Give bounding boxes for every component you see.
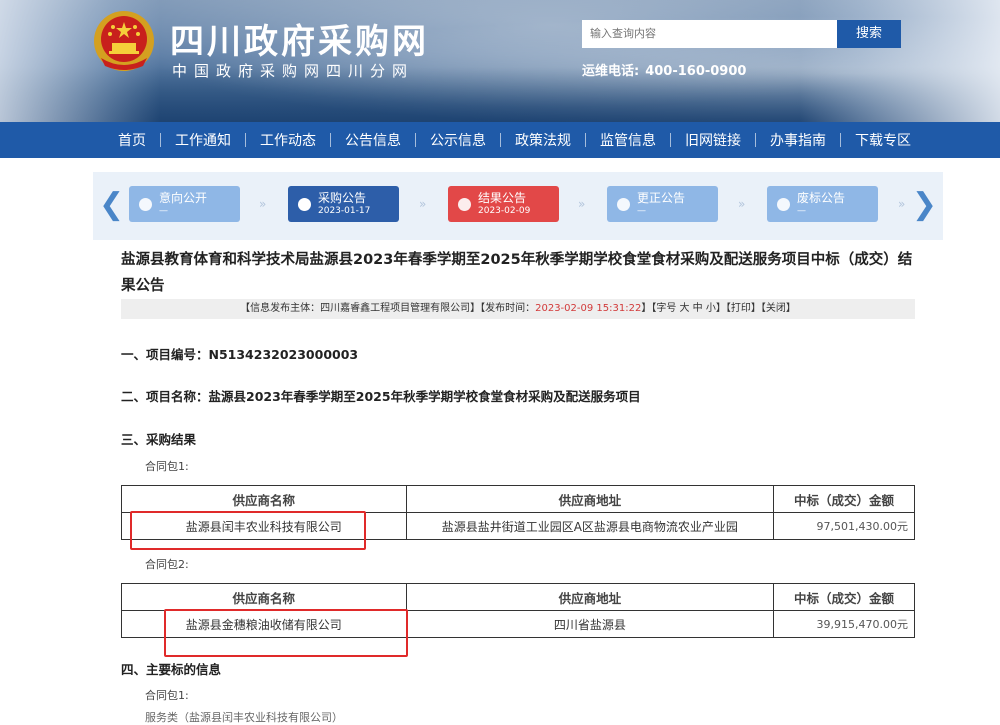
step-date: —: [797, 206, 806, 216]
package-1-label: 合同包1:: [145, 460, 189, 473]
chevron-right-icon: »: [578, 197, 586, 211]
nav-item-policies[interactable]: 政策法规: [515, 130, 571, 150]
service-type-line: 服务类（盐源县闰丰农业科技有限公司）: [145, 711, 343, 724]
main-target-heading: 四、主要标的信息: [121, 662, 222, 677]
nav-item-work-notice[interactable]: 工作通知: [175, 130, 231, 150]
site-subtitle: 中国政府采购网四川分网: [172, 62, 415, 80]
chevron-right-icon: »: [259, 197, 267, 211]
nav-divider: [245, 133, 246, 147]
step-label: 更正公告: [637, 191, 686, 205]
prev-arrow-icon[interactable]: ❮: [99, 188, 124, 222]
search-button[interactable]: 搜索: [837, 20, 901, 48]
hotline-number: 400-160-0900: [645, 64, 747, 79]
project-number: 一、项目编号：N5134232023000003: [121, 347, 359, 362]
hotline: 运维电话: 400-160-0900: [582, 60, 746, 79]
nav-item-guide[interactable]: 办事指南: [770, 130, 826, 150]
header-supplier-address: 供应商地址: [405, 583, 775, 611]
nav-divider: [755, 133, 756, 147]
hotline-label: 运维电话:: [582, 64, 640, 79]
step-label: 废标公告: [797, 191, 846, 205]
award-amount: 97,501,430.00元: [773, 512, 915, 540]
nav-item-announcements[interactable]: 公告信息: [345, 130, 401, 150]
highlight-box-supplier-2: [164, 609, 408, 657]
step-abandoned[interactable]: 废标公告 —: [767, 186, 878, 222]
supplier-address: 四川省盐源县: [405, 610, 775, 638]
nav-divider: [670, 133, 671, 147]
header-award-amount: 中标（成交）金额: [773, 485, 915, 513]
main-nav: 首页 工作通知 工作动态 公告信息 公示信息 政策法规 监管信息 旧网链接 办事…: [0, 122, 1000, 158]
step-intention[interactable]: 意向公开 —: [129, 186, 240, 222]
nav-divider: [840, 133, 841, 147]
step-status-icon: [458, 198, 471, 211]
info-publish-time: 2023-02-09 15:31:22: [535, 303, 642, 314]
site-banner: 四川政府采购网 中国政府采购网四川分网 搜索 运维电话: 400-160-0900: [0, 0, 1000, 122]
step-correction[interactable]: 更正公告 —: [607, 186, 718, 222]
project-name: 二、项目名称：盐源县2023年春季学期至2025年秋季学期学校食堂食材采购及配送…: [121, 389, 641, 404]
step-status-icon: [298, 198, 311, 211]
step-label: 意向公开: [159, 191, 208, 205]
supplier-address: 盐源县盐井街道工业园区A区盐源县电商物流农业产业园: [405, 512, 775, 540]
nav-divider: [415, 133, 416, 147]
next-arrow-icon[interactable]: ❯: [912, 188, 937, 222]
header-award-amount: 中标（成交）金额: [773, 583, 915, 611]
step-date: —: [637, 206, 646, 216]
step-label: 结果公告: [478, 191, 527, 205]
step-status-icon: [617, 198, 630, 211]
chevron-right-icon: »: [419, 197, 427, 211]
site-title: 四川政府采购网: [170, 22, 429, 62]
step-date: —: [159, 206, 168, 216]
info-publisher: 【信息发布主体：四川嘉睿鑫工程项目管理有限公司】【发布时间：: [240, 303, 536, 314]
process-strip: ❮ 意向公开 — » 采购公告 2023-01-17 » 结果公告 2023-0…: [93, 172, 943, 240]
banner-snow-trees-right: [800, 0, 1000, 122]
step-label: 采购公告: [318, 191, 367, 205]
header-supplier-name: 供应商名称: [121, 583, 407, 611]
step-result[interactable]: 结果公告 2023-02-09: [448, 186, 559, 222]
search-input[interactable]: [582, 20, 837, 48]
award-amount: 39,915,470.00元: [773, 610, 915, 638]
step-status-icon: [139, 198, 152, 211]
nav-divider: [160, 133, 161, 147]
nav-item-work-news[interactable]: 工作动态: [260, 130, 316, 150]
nav-item-downloads[interactable]: 下载专区: [855, 130, 911, 150]
info-tools[interactable]: 】【字号 大 中 小】【打印】【关闭】: [641, 303, 796, 314]
step-procurement[interactable]: 采购公告 2023-01-17: [288, 186, 399, 222]
package-info-label: 合同包1:: [145, 689, 189, 702]
national-emblem-icon: [94, 11, 154, 71]
chevron-right-icon: »: [738, 197, 746, 211]
step-date: 2023-01-17: [318, 206, 371, 216]
highlight-box-supplier-1: [130, 511, 366, 550]
nav-divider: [500, 133, 501, 147]
nav-item-home[interactable]: 首页: [118, 130, 146, 150]
procurement-result-heading: 三、采购结果: [121, 432, 197, 447]
step-date: 2023-02-09: [478, 206, 531, 216]
table-header-row: 供应商名称 供应商地址 中标（成交）金额: [121, 485, 915, 513]
step-status-icon: [777, 198, 790, 211]
nav-item-supervision[interactable]: 监管信息: [600, 130, 656, 150]
article-title: 盐源县教育体育和科学技术局盐源县2023年春季学期至2025年秋季学期学校食堂食…: [121, 252, 913, 294]
header-supplier-address: 供应商地址: [405, 485, 775, 513]
header-supplier-name: 供应商名称: [121, 485, 407, 513]
chevron-right-icon: »: [898, 197, 906, 211]
nav-item-publicity[interactable]: 公示信息: [430, 130, 486, 150]
nav-divider: [330, 133, 331, 147]
nav-divider: [585, 133, 586, 147]
table-header-row: 供应商名称 供应商地址 中标（成交）金额: [121, 583, 915, 611]
package-2-label: 合同包2:: [145, 558, 189, 571]
article-info-bar: 【信息发布主体：四川嘉睿鑫工程项目管理有限公司】【发布时间：2023-02-09…: [121, 299, 915, 319]
nav-item-old-site[interactable]: 旧网链接: [685, 130, 741, 150]
